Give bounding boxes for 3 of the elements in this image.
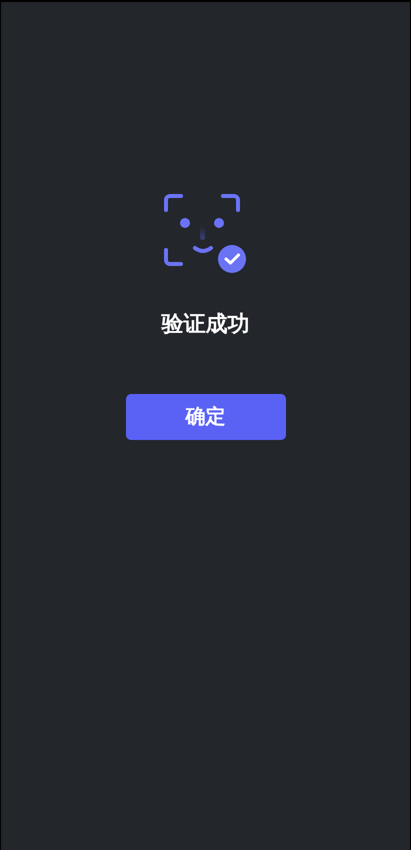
status-title: 验证成功 xyxy=(162,310,250,338)
face-verified-icon xyxy=(162,192,248,276)
confirm-button[interactable]: 确定 xyxy=(126,394,286,440)
